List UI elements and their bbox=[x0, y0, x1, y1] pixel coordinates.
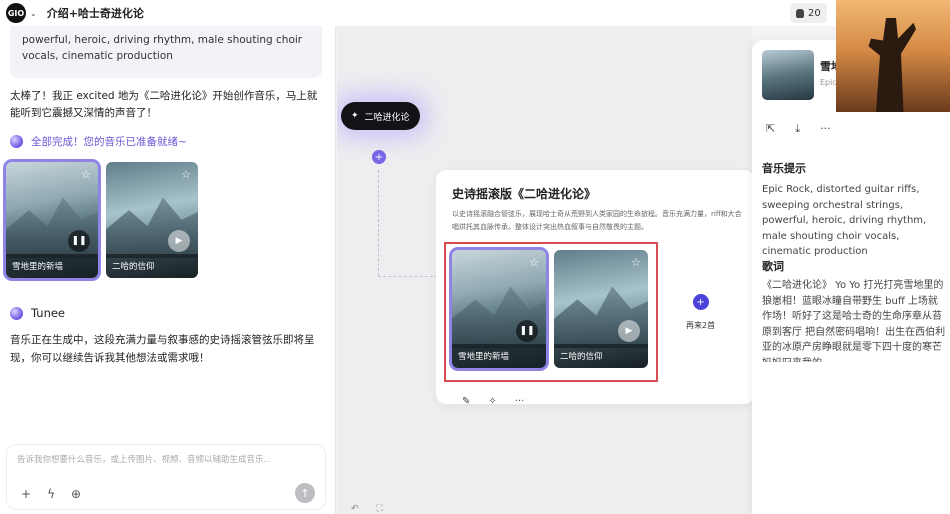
music-prompt-text: Epic Rock, distorted guitar riffs, sweep… bbox=[762, 184, 927, 257]
play-icon[interactable]: ▶ bbox=[168, 230, 190, 252]
presenter-photo bbox=[836, 0, 950, 112]
user-prompt-text: powerful, heroic, driving rhythm, male s… bbox=[22, 34, 303, 62]
chat-input-box: + ϟ ⊕ ↑ bbox=[6, 444, 326, 510]
globe-icon[interactable]: ⊕ bbox=[71, 487, 81, 501]
star-icon[interactable]: ☆ bbox=[631, 256, 641, 269]
root-node-label: 二哈进化论 bbox=[364, 112, 410, 123]
undo-icon[interactable]: ↶ bbox=[351, 504, 359, 514]
result-song-cards: ☆ ❚❚ 雪地里的新墙 ☆ ▶ 二哈的信仰 bbox=[449, 247, 648, 371]
connector-line bbox=[378, 276, 438, 277]
chat-song-cards: ☆ ❚❚ 雪地里的新墙 ☆ ▶ 二哈的信仰 bbox=[3, 159, 198, 281]
song-card-2[interactable]: ☆ ▶ 二哈的信仰 bbox=[106, 162, 198, 278]
app-logo[interactable]: GIO bbox=[6, 3, 26, 23]
more-icon[interactable]: ··· bbox=[820, 122, 831, 136]
arrow-up-icon: ↑ bbox=[300, 486, 310, 500]
plus-icon[interactable]: + bbox=[21, 487, 31, 501]
tunee-orb-icon bbox=[10, 135, 23, 148]
user-prompt-bubble: powerful, heroic, driving rhythm, male s… bbox=[10, 26, 322, 78]
song-card-caption: 二哈的信仰 bbox=[106, 254, 198, 278]
root-node[interactable]: ✦ 二哈进化论 bbox=[341, 102, 420, 130]
result-song-card-1[interactable]: ☆ ❚❚ 雪地里的新墙 bbox=[449, 247, 549, 371]
assistant-message-1: 太棒了！我正 excited 地为《二哈进化论》开始创作音乐，马上就能听到它震撼… bbox=[10, 90, 318, 119]
song-card-1[interactable]: ☆ ❚❚ 雪地里的新墙 bbox=[3, 159, 101, 281]
assistant-header: Tunee bbox=[10, 306, 65, 320]
star-icon[interactable]: ☆ bbox=[529, 256, 539, 269]
tunee-orb-icon bbox=[10, 306, 23, 320]
generate-more-label: 再来2首 bbox=[686, 321, 716, 330]
lyrics-heading: 歌词 bbox=[762, 260, 784, 273]
credits-icon bbox=[796, 8, 804, 18]
plus-icon: + bbox=[374, 151, 384, 163]
magic-wand-icon[interactable]: ✧ bbox=[488, 396, 496, 407]
top-bar: GIO ⌄ 介绍+哈士奇进化论 20 bbox=[0, 0, 950, 26]
result-song-card-2[interactable]: ☆ ▶ 二哈的信仰 bbox=[554, 250, 648, 368]
song-card-caption: 二哈的信仰 bbox=[554, 344, 648, 368]
credits-badge[interactable]: 20 bbox=[790, 3, 827, 23]
song-card-caption: 雪地里的新墙 bbox=[6, 254, 98, 278]
chat-panel: powerful, heroic, driving rhythm, male s… bbox=[0, 26, 336, 514]
assistant-name: Tunee bbox=[31, 306, 66, 320]
assistant-message-2: 音乐正在生成中，这段充满力量与叙事感的史诗摇滚管弦乐即将呈现，你可以继续告诉我其… bbox=[10, 334, 315, 364]
person-silhouette bbox=[868, 18, 916, 112]
result-description: 以史诗摇滚融合管弦乐，展现哈士奇从荒野到人类家园的生命旅程。音乐充满力量，rif… bbox=[452, 210, 742, 231]
sparkle-icon: ✦ bbox=[351, 111, 359, 121]
play-icon[interactable]: ▶ bbox=[618, 320, 640, 342]
send-button[interactable]: ↑ bbox=[295, 483, 315, 503]
song-subtitle: Epic bbox=[820, 78, 837, 87]
panel-actions: ⇱ ⤓ ··· bbox=[766, 122, 831, 136]
generate-more-button[interactable]: + 再来2首 bbox=[686, 294, 715, 331]
download-icon[interactable]: ⤓ bbox=[795, 122, 800, 136]
pause-icon[interactable]: ❚❚ bbox=[68, 230, 90, 252]
lyrics-text: 《二哈进化论》 Yo Yo 打光打亮雪地里的狼崽相！蓝眼冰瞳自带野生 buff … bbox=[762, 280, 946, 362]
star-icon[interactable]: ☆ bbox=[181, 168, 191, 181]
project-title[interactable]: 介绍+哈士奇进化论 bbox=[47, 5, 144, 21]
add-node-button[interactable]: + bbox=[372, 150, 386, 164]
credits-count: 20 bbox=[808, 7, 821, 19]
share-icon[interactable]: ⇱ bbox=[766, 122, 775, 136]
canvas-toolbar: ↶ ⛶ bbox=[351, 504, 383, 514]
star-icon[interactable]: ☆ bbox=[81, 168, 91, 181]
plus-icon: + bbox=[692, 294, 709, 310]
song-card-caption: 雪地里的新墙 bbox=[452, 344, 546, 368]
chat-input[interactable] bbox=[17, 454, 317, 464]
fit-view-icon[interactable]: ⛶ bbox=[377, 504, 383, 514]
chevron-down-icon[interactable]: ⌄ bbox=[30, 9, 37, 18]
pause-icon[interactable]: ❚❚ bbox=[516, 320, 538, 342]
result-card: 史诗摇滚版《二哈进化论》 以史诗摇滚融合管弦乐，展现哈士奇从荒野到人类家园的生命… bbox=[436, 170, 752, 407]
lightning-icon[interactable]: ϟ bbox=[47, 487, 55, 501]
result-actions: ✎ ✧ ··· bbox=[462, 396, 524, 407]
completion-status: 全部完成！您的音乐已准备就绪~ bbox=[10, 134, 187, 149]
completion-label: 全部完成！您的音乐已准备就绪~ bbox=[31, 136, 187, 148]
result-title: 史诗摇滚版《二哈进化论》 bbox=[452, 187, 597, 201]
song-artwork bbox=[762, 50, 814, 100]
workflow-canvas[interactable]: ✦ 二哈进化论 + 史诗摇滚版《二哈进化论》 以史诗摇滚融合管弦乐，展现哈士奇从… bbox=[337, 26, 752, 514]
input-tools: + ϟ ⊕ bbox=[21, 487, 81, 501]
music-prompt-heading: 音乐提示 bbox=[762, 162, 806, 175]
more-icon[interactable]: ··· bbox=[515, 396, 525, 407]
edit-icon[interactable]: ✎ bbox=[462, 396, 470, 407]
connector-line bbox=[378, 170, 379, 276]
